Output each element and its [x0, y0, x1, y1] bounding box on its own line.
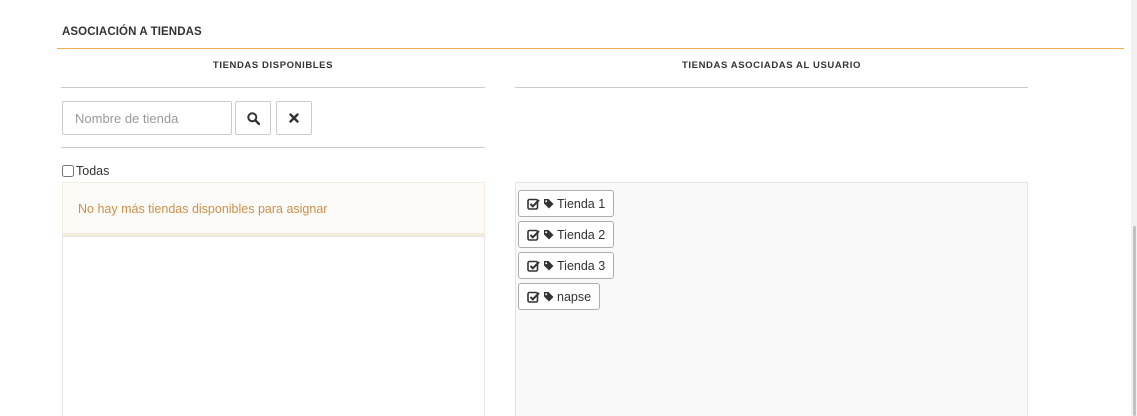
- available-header-divider: [61, 87, 485, 88]
- associated-store-chip[interactable]: Tienda 2: [518, 221, 615, 248]
- select-all-label: Todas: [76, 164, 110, 178]
- associated-header-divider: [515, 87, 1028, 88]
- associated-store-chip[interactable]: Tienda 1: [518, 190, 615, 217]
- tag-icon: [544, 261, 554, 271]
- select-all[interactable]: Todas: [62, 164, 109, 178]
- check-square-icon: [527, 229, 540, 241]
- check-square-icon: [527, 291, 540, 303]
- available-stores-list[interactable]: [62, 236, 485, 416]
- close-icon: [289, 113, 299, 123]
- tag-icon: [544, 230, 554, 240]
- section-title: ASOCIACIÓN A TIENDAS: [62, 26, 202, 38]
- check-square-icon: [527, 260, 540, 272]
- tag-icon: [544, 199, 554, 209]
- search-divider: [61, 147, 485, 148]
- associated-store-chip[interactable]: Tienda 3: [518, 252, 615, 279]
- search-button[interactable]: [235, 101, 271, 135]
- tag-icon: [544, 292, 554, 302]
- select-all-checkbox[interactable]: [62, 165, 74, 177]
- store-search-input[interactable]: [62, 101, 232, 135]
- check-square-icon: [527, 198, 540, 210]
- available-stores-header: TIENDAS DISPONIBLES: [212, 60, 334, 71]
- associated-store-chip[interactable]: napse: [518, 283, 601, 310]
- search-icon: [246, 111, 260, 125]
- clear-search-button[interactable]: [276, 101, 312, 135]
- empty-notice: No hay más tiendas disponibles para asig…: [62, 182, 485, 236]
- chip-label: Tienda 1: [557, 196, 606, 211]
- chip-label: Tienda 3: [557, 258, 606, 273]
- chip-label: Tienda 2: [557, 227, 606, 242]
- associated-stores-header: TIENDAS ASOCIADAS AL USUARIO: [681, 60, 861, 71]
- associated-stores-list[interactable]: Tienda 1 Tienda 2 Tienda 3 napse: [515, 182, 1028, 416]
- section-divider: [57, 48, 1124, 49]
- chip-label: napse: [557, 289, 592, 304]
- scrollbar-thumb[interactable]: [1133, 226, 1136, 416]
